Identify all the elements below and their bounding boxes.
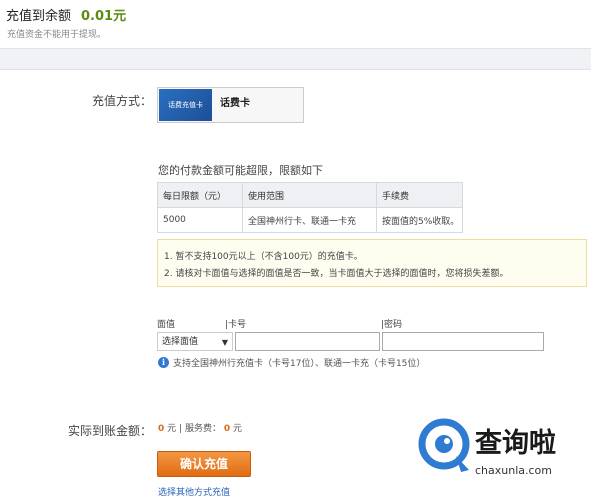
face-value-selected: 选择面值: [162, 337, 199, 347]
actual-amount-line: 0 元 | 服务费： 0 元: [158, 421, 242, 434]
support-text: 支持全国神州行充值卡（卡号17位）、联通一卡充（卡号15位）: [173, 359, 426, 369]
other-methods-link[interactable]: 选择其他方式充值: [158, 485, 230, 498]
card-number-input[interactable]: [235, 332, 380, 351]
separator: |: [179, 424, 183, 434]
table-row: 5000 全国神州行卡、联通一卡充 按面值的5%收取。: [157, 207, 463, 233]
balance-amount: 0.01元: [81, 9, 127, 24]
dropdown-arrow-icon: ▼: [221, 338, 228, 347]
phone-card-option[interactable]: 话费充值卡 话费卡: [157, 87, 304, 123]
phone-card-name: 话费卡: [220, 98, 250, 109]
table-header-row: 每日限额（元） 使用范围 手续费: [157, 182, 463, 208]
actual-amount-value: 0: [158, 424, 165, 434]
withdraw-note: 充值资金不能用于提现。: [7, 30, 107, 40]
notice-line-2: 2. 请核对卡面值与选择的面值是否一致，当卡面值大于选择的面值时，您将损失差额。: [164, 269, 509, 279]
title-text: 充值到余额: [6, 9, 72, 24]
page-title: 充值到余额 0.01元: [6, 5, 126, 24]
col-scope: 使用范围: [242, 182, 377, 208]
method-label: 充值方式：: [91, 94, 152, 108]
service-fee-value: 0: [223, 424, 231, 434]
phone-card-image: 话费充值卡: [159, 89, 212, 121]
watermark: 查询啦 chaxunla.com: [415, 412, 583, 490]
face-value-label: 面值: [157, 320, 176, 330]
actual-amount-label: 实际到账金额：: [67, 424, 152, 438]
cell-fee: 按面值的5%收取。: [376, 207, 463, 233]
password-input[interactable]: [382, 332, 544, 351]
limit-heading: 您的付款金额可能超限，限额如下: [158, 164, 323, 177]
face-value-select[interactable]: 选择面值 ▼: [157, 332, 233, 351]
cell-limit: 5000: [157, 207, 243, 233]
limit-table: 每日限额（元） 使用范围 手续费 5000 全国神州行卡、联通一卡充 按面值的5…: [157, 182, 463, 233]
amount-unit: 元: [167, 424, 177, 434]
fee-unit: 元: [232, 424, 242, 434]
password-label: |密码: [381, 320, 403, 330]
card-number-label: |卡号: [225, 320, 247, 330]
col-daily-limit: 每日限额（元）: [157, 182, 243, 208]
watermark-cn: 查询啦: [475, 427, 556, 459]
notice-box: 1. 暂不支持100元以上（不含100元）的充值卡。 2. 请核对卡面值与选择的…: [157, 239, 587, 287]
confirm-recharge-button[interactable]: 确认充值: [157, 451, 251, 477]
info-icon: i: [158, 357, 169, 368]
watermark-en: chaxunla.com: [475, 464, 552, 477]
col-fee: 手续费: [376, 182, 463, 208]
service-fee-label: 服务费：: [184, 424, 221, 434]
watermark-logo-icon: 查询啦 chaxunla.com: [418, 418, 556, 477]
cell-scope: 全国神州行卡、联通一卡充: [242, 207, 377, 233]
notice-line-1: 1. 暂不支持100元以上（不含100元）的充值卡。: [164, 252, 363, 262]
divider-band: [0, 48, 591, 70]
